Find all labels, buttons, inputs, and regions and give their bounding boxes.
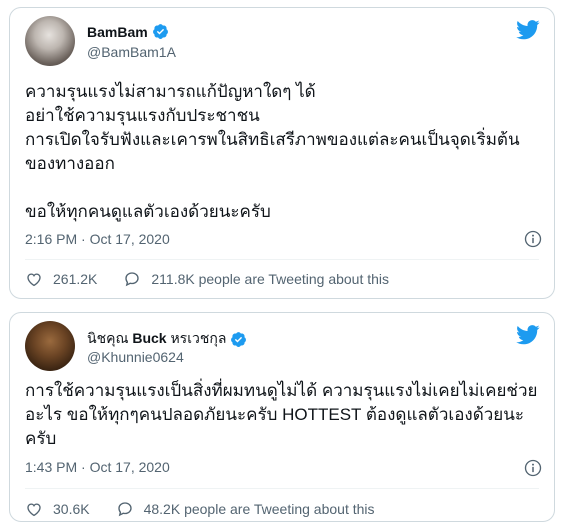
heart-icon[interactable]: [25, 270, 43, 288]
tweeting-about-link[interactable]: 48.2K people are Tweeting about this: [144, 501, 375, 517]
tweet-text: ความรุนแรงไม่สามารถแก้ปัญหาใดๆ ได้ อย่าใ…: [25, 82, 520, 221]
avatar[interactable]: [25, 321, 75, 371]
twitter-bird-icon[interactable]: [516, 325, 540, 345]
author-handle[interactable]: @BamBam1A: [87, 44, 176, 60]
author-name-row: นิชคุณ Buck หรเวชกุล: [87, 328, 247, 350]
display-name[interactable]: นิชคุณ Buck หรเวชกุล: [87, 328, 226, 350]
author-name-row: BamBam: [87, 23, 169, 40]
tweet-card[interactable]: BamBam @BamBam1A ความรุนแรงไม่สามารถแก้ป…: [9, 7, 555, 299]
like-count[interactable]: 261.2K: [53, 271, 97, 287]
speech-bubble-icon[interactable]: [123, 270, 141, 288]
divider: [25, 259, 539, 260]
display-name[interactable]: BamBam: [87, 24, 148, 40]
display-name-nickname: Buck: [132, 330, 167, 346]
info-icon[interactable]: [524, 459, 542, 477]
tweet-card[interactable]: นิชคุณ Buck หรเวชกุล @Khunnie0624 การใช้…: [9, 312, 555, 522]
tweet-actions: 261.2K 211.8K people are Tweeting about …: [25, 270, 389, 288]
tweeting-about-link[interactable]: 211.8K people are Tweeting about this: [151, 271, 389, 287]
heart-icon[interactable]: [25, 500, 43, 518]
author-handle[interactable]: @Khunnie0624: [87, 349, 184, 365]
tweet-text: การใช้ความรุนแรงเป็นสิ่งที่ผมทนดูไม่ได้ …: [25, 381, 538, 448]
tweet-actions: 30.6K 48.2K people are Tweeting about th…: [25, 500, 375, 518]
speech-bubble-icon[interactable]: [116, 500, 134, 518]
tweet-timestamp[interactable]: 2:16 PM · Oct 17, 2020: [25, 231, 170, 247]
verified-badge-icon: [231, 331, 247, 347]
divider: [25, 488, 539, 489]
avatar[interactable]: [25, 16, 75, 66]
twitter-bird-icon[interactable]: [516, 20, 540, 40]
like-count[interactable]: 30.6K: [53, 501, 90, 517]
verified-badge-icon: [152, 24, 168, 39]
tweet-timestamp[interactable]: 1:43 PM · Oct 17, 2020: [25, 459, 170, 475]
display-name-first: นิชคุณ: [87, 330, 133, 346]
display-name-last: หรเวชกุล: [166, 330, 227, 346]
info-icon[interactable]: [524, 230, 542, 248]
